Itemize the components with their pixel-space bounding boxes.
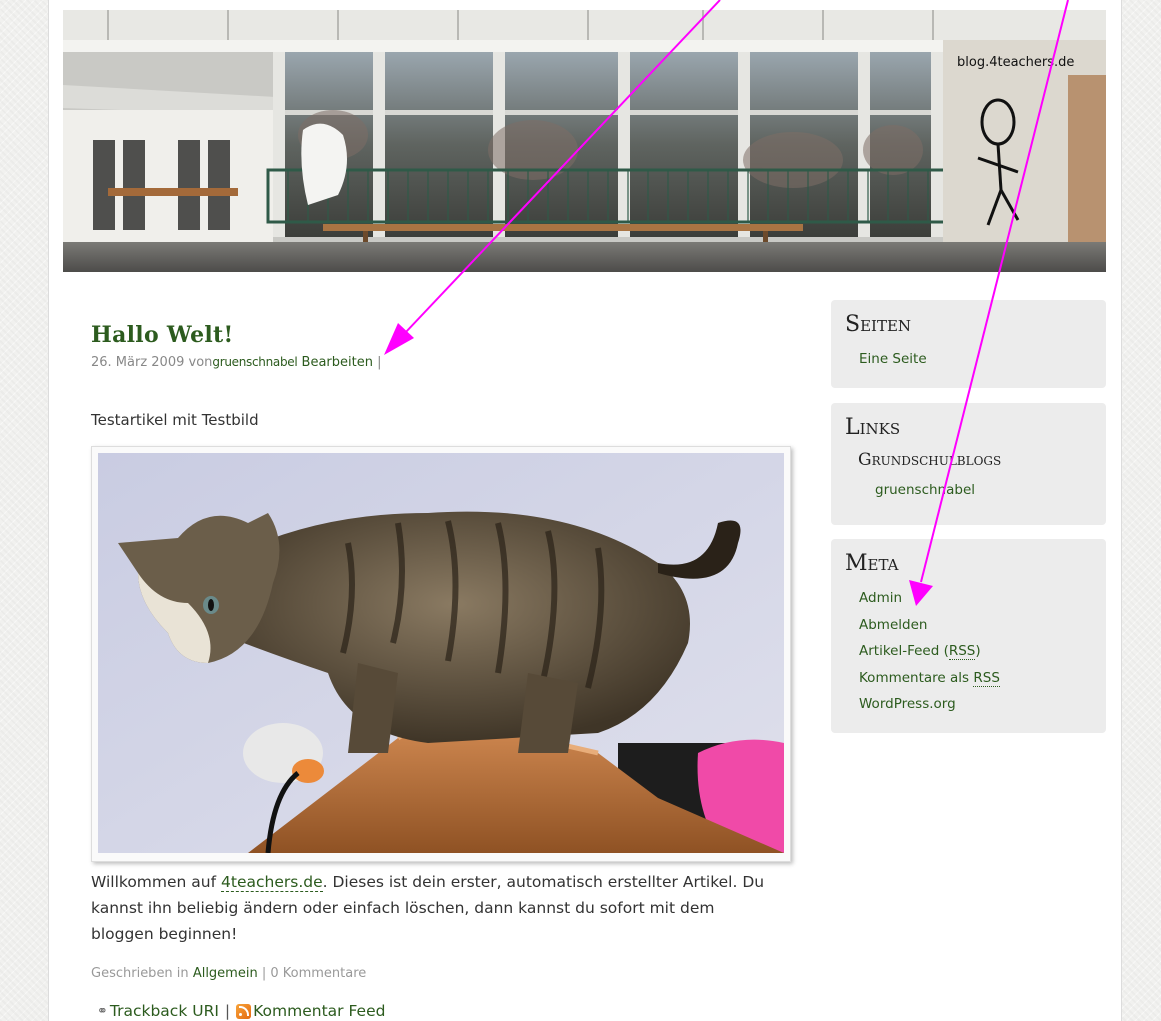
pages-list: Eine Seite [845,346,1092,373]
post-date: 26. März 2009 [91,355,185,370]
trackback-separator: | [224,1002,231,1020]
article-feed-prefix: Artikel-Feed ( [859,643,949,659]
widget-meta-title: Meta [845,551,899,576]
cat-photo [98,453,784,853]
header-image[interactable]: blog.4teachers.de [63,10,1106,272]
article-feed-suffix: ) [975,643,981,659]
post-author-link[interactable]: gruenschnabel [212,355,297,369]
footer-written-in: Geschrieben in [91,966,189,981]
widget-pages: Seiten Eine Seite [831,300,1106,388]
meta-article-feed-link[interactable]: Artikel-Feed (RSS) [859,638,1092,665]
footer-separator: | [261,966,267,981]
trackback-uri-link[interactable]: Trackback URI [110,1002,219,1020]
meta-admin-link[interactable]: Admin [859,585,1092,612]
link-category-heading: Grundschulblogs [858,450,1002,470]
post-body-prefix: Willkommen auf [91,873,222,891]
4teachers-link[interactable]: 4teachers.de [221,873,323,892]
post-image[interactable] [91,446,791,862]
widget-links: Links Grundschulblogs gruenschnabel [831,403,1106,525]
article-feed-rss-abbr: RSS [948,643,976,660]
comment-feed-link[interactable]: Kommentar Feed [253,1002,385,1020]
meta-logout-link[interactable]: Abmelden [859,612,1092,639]
comments-feed-prefix: Kommentare als [859,669,974,686]
widget-links-title: Links [845,415,901,440]
meta-comments-feed-link[interactable]: Kommentare als RSS [859,665,1092,692]
post-body: Willkommen auf 4teachers.de. Dieses ist … [91,869,771,947]
post-footer: Geschrieben in Allgemein | 0 Kommentare [91,966,366,981]
meta-wordpress-link[interactable]: WordPress.org [859,691,1092,718]
page-link-eine-seite[interactable]: Eine Seite [859,346,1092,373]
post-by-label: von [188,355,213,370]
meta-list: Admin Abmelden Artikel-Feed (RSS) Kommen… [845,585,1092,718]
trackback-row: ⚭ Trackback URI | Kommentar Feed [97,1002,385,1020]
widget-pages-title: Seiten [845,312,912,337]
widget-meta: Meta Admin Abmelden Artikel-Feed (RSS) K… [831,539,1106,733]
meta-separator: | [377,355,382,370]
page-container: blog.4teachers.de Hallo Welt! 26. März 2… [48,0,1122,1021]
school-building-photo [63,10,1106,272]
post-intro-text: Testartikel mit Testbild [91,411,259,429]
rss-icon [236,1003,252,1019]
link-gruenschnabel[interactable]: gruenschnabel [845,473,1092,507]
blog-name-text: blog.4teachers.de [957,55,1075,70]
comments-feed-rss-abbr: RSS [973,669,1000,687]
comments-count-link[interactable]: 0 Kommentare [270,966,366,981]
post-meta: 26. März 2009 vongruenschnabel Bearbeite… [91,355,382,370]
category-link[interactable]: Allgemein [193,966,258,981]
post-title[interactable]: Hallo Welt! [91,322,233,348]
edit-link[interactable]: Bearbeiten [302,355,373,370]
link-icon: ⚭ [97,1003,108,1019]
